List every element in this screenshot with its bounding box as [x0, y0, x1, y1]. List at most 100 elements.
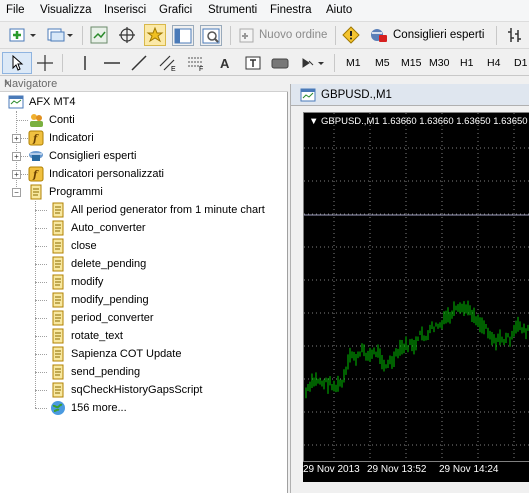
tree-line [35, 336, 47, 337]
period-m30-button[interactable]: M30 [429, 57, 449, 69]
script-icon [50, 382, 66, 398]
script-icon [50, 256, 66, 272]
vertical-line-icon[interactable] [78, 54, 92, 72]
tree-item-accounts[interactable]: Conti [28, 111, 75, 129]
chart-header-text: GBPUSD.,M1 1.63660 1.63660 1.63650 1.636… [321, 116, 528, 127]
period-m1-button[interactable]: M1 [346, 57, 361, 69]
horizontal-line-icon[interactable] [102, 54, 122, 72]
tree-item-script[interactable]: send_pending [50, 363, 140, 381]
tree-item-label: Auto_converter [71, 222, 146, 234]
expert-advisors-icon[interactable] [369, 26, 389, 44]
tree-line [35, 408, 47, 409]
tree-item-label: send_pending [71, 366, 141, 378]
tree-item-custom-indicators[interactable]: f Indicatori personalizzati [28, 165, 164, 183]
tree-item-script[interactable]: period_converter [50, 309, 154, 327]
tree-item-script[interactable]: sqCheckHistoryGapsScript [50, 381, 202, 399]
tree-line [35, 264, 47, 265]
svg-text:E: E [171, 66, 176, 72]
tree-line [35, 372, 47, 373]
toolbar-separator [335, 26, 336, 45]
text-label-icon[interactable] [244, 54, 262, 72]
tree-item-script[interactable]: modify [50, 273, 103, 291]
tree-item-script[interactable]: rotate_text [50, 327, 123, 345]
menu-help[interactable]: Aiuto [326, 4, 352, 16]
text-tool-icon[interactable]: A [216, 54, 234, 72]
tree-root[interactable]: AFX MT4 [8, 93, 75, 111]
equidistant-channel-icon[interactable]: E [158, 54, 178, 72]
tree-item-label: period_converter [71, 312, 154, 324]
tree-item-script[interactable]: All period generator from 1 minute chart [50, 201, 265, 219]
accounts-icon [28, 112, 44, 128]
tree-item-label: Indicatori [49, 132, 94, 144]
tree-line [21, 138, 28, 139]
navigator-close-button[interactable]: × [4, 78, 284, 90]
script-icon [50, 238, 66, 254]
tree-line [35, 282, 47, 283]
profiles-button[interactable] [46, 26, 74, 44]
expand-custom-indicators-button[interactable]: + [12, 170, 21, 179]
toolbar-separator [334, 54, 335, 72]
menu-file[interactable]: File [6, 4, 25, 16]
period-h1-button[interactable]: H1 [460, 57, 473, 69]
tree-item-script[interactable]: Sapienza COT Update [50, 345, 181, 363]
menu-insert[interactable]: Inserisci [104, 4, 146, 16]
script-icon [50, 274, 66, 290]
period-h4-button[interactable]: H4 [487, 57, 500, 69]
toolbar-separator [230, 26, 231, 45]
period-m5-button[interactable]: M5 [375, 57, 390, 69]
tree-item-label: Indicatori personalizzati [49, 168, 164, 180]
tree-item-script[interactable]: Auto_converter [50, 219, 146, 237]
tree-item-label: modify [71, 276, 104, 288]
favorites-icon[interactable] [144, 24, 166, 46]
expert-advisors-button[interactable]: Consiglieri esperti [393, 29, 484, 41]
tree-item-script[interactable]: close [50, 237, 97, 255]
tree-item-experts[interactable]: Consiglieri esperti [28, 147, 136, 165]
tree-item-label: rotate_text [71, 330, 123, 342]
rectangle-tool-icon[interactable] [270, 54, 290, 72]
tree-line [35, 246, 47, 247]
bar-chart-icon[interactable] [506, 26, 524, 44]
menu-tools[interactable]: Strumenti [208, 4, 257, 16]
collapse-scripts-button[interactable]: − [12, 188, 21, 197]
navigator-panel: Navigatore × AFX MT4 Conti + f Indicator… [0, 76, 288, 493]
period-m15-button[interactable]: M15 [401, 57, 421, 69]
tree-line [21, 156, 28, 157]
tree-item-script[interactable]: modify_pending [50, 291, 149, 309]
trendline-icon[interactable] [130, 54, 148, 72]
svg-text:F: F [199, 66, 203, 72]
drawing-toolbar: E F A [0, 50, 529, 76]
tree-root-label: AFX MT4 [29, 96, 76, 108]
script-icon [50, 292, 66, 308]
more-scripts-label: 156 more... [71, 402, 127, 414]
tree-item-label: Sapienza COT Update [71, 348, 182, 360]
chart-window-title-bar: GBPUSD.,M1 [291, 84, 529, 106]
menu-charts[interactable]: Grafici [159, 4, 192, 16]
tree-item-indicators[interactable]: f Indicatori [28, 129, 94, 147]
strategy-tester-icon[interactable] [200, 25, 222, 46]
tree-item-scripts[interactable]: Programmi [28, 183, 103, 201]
fibonacci-retracement-icon[interactable]: F [186, 54, 206, 72]
crosshair-navigator-icon[interactable] [118, 26, 136, 44]
arrows-dropdown-icon[interactable] [300, 54, 326, 72]
expand-experts-button[interactable]: + [12, 152, 21, 161]
expand-indicators-button[interactable]: + [12, 134, 21, 143]
menu-view[interactable]: Visualizza [40, 4, 92, 16]
cursor-tool-icon[interactable] [2, 52, 32, 74]
terminal-window-icon[interactable] [172, 25, 194, 46]
new-chart-button[interactable] [8, 26, 38, 44]
tree-item-more[interactable]: 156 more... [50, 399, 127, 417]
menu-bar: File Visualizza Inserisci Grafici Strume… [0, 0, 529, 22]
new-order-icon[interactable] [238, 26, 256, 44]
alert-icon[interactable] [342, 26, 360, 44]
price-chart[interactable]: ▼ GBPUSD.,M1 1.63660 1.63660 1.63650 1.6… [303, 112, 529, 462]
menu-window[interactable]: Finestra [270, 4, 312, 16]
chart-window-icon [300, 87, 316, 103]
new-order-button[interactable]: Nuovo ordine [259, 29, 327, 41]
tree-item-script[interactable]: delete_pending [50, 255, 146, 273]
tree-item-label: Programmi [49, 186, 103, 198]
market-watch-icon[interactable] [90, 26, 108, 44]
script-icon [50, 328, 66, 344]
chart-dropdown-icon[interactable]: ▼ [309, 116, 318, 127]
period-d1-button[interactable]: D1 [514, 57, 527, 69]
crosshair-tool-icon[interactable] [36, 54, 54, 72]
